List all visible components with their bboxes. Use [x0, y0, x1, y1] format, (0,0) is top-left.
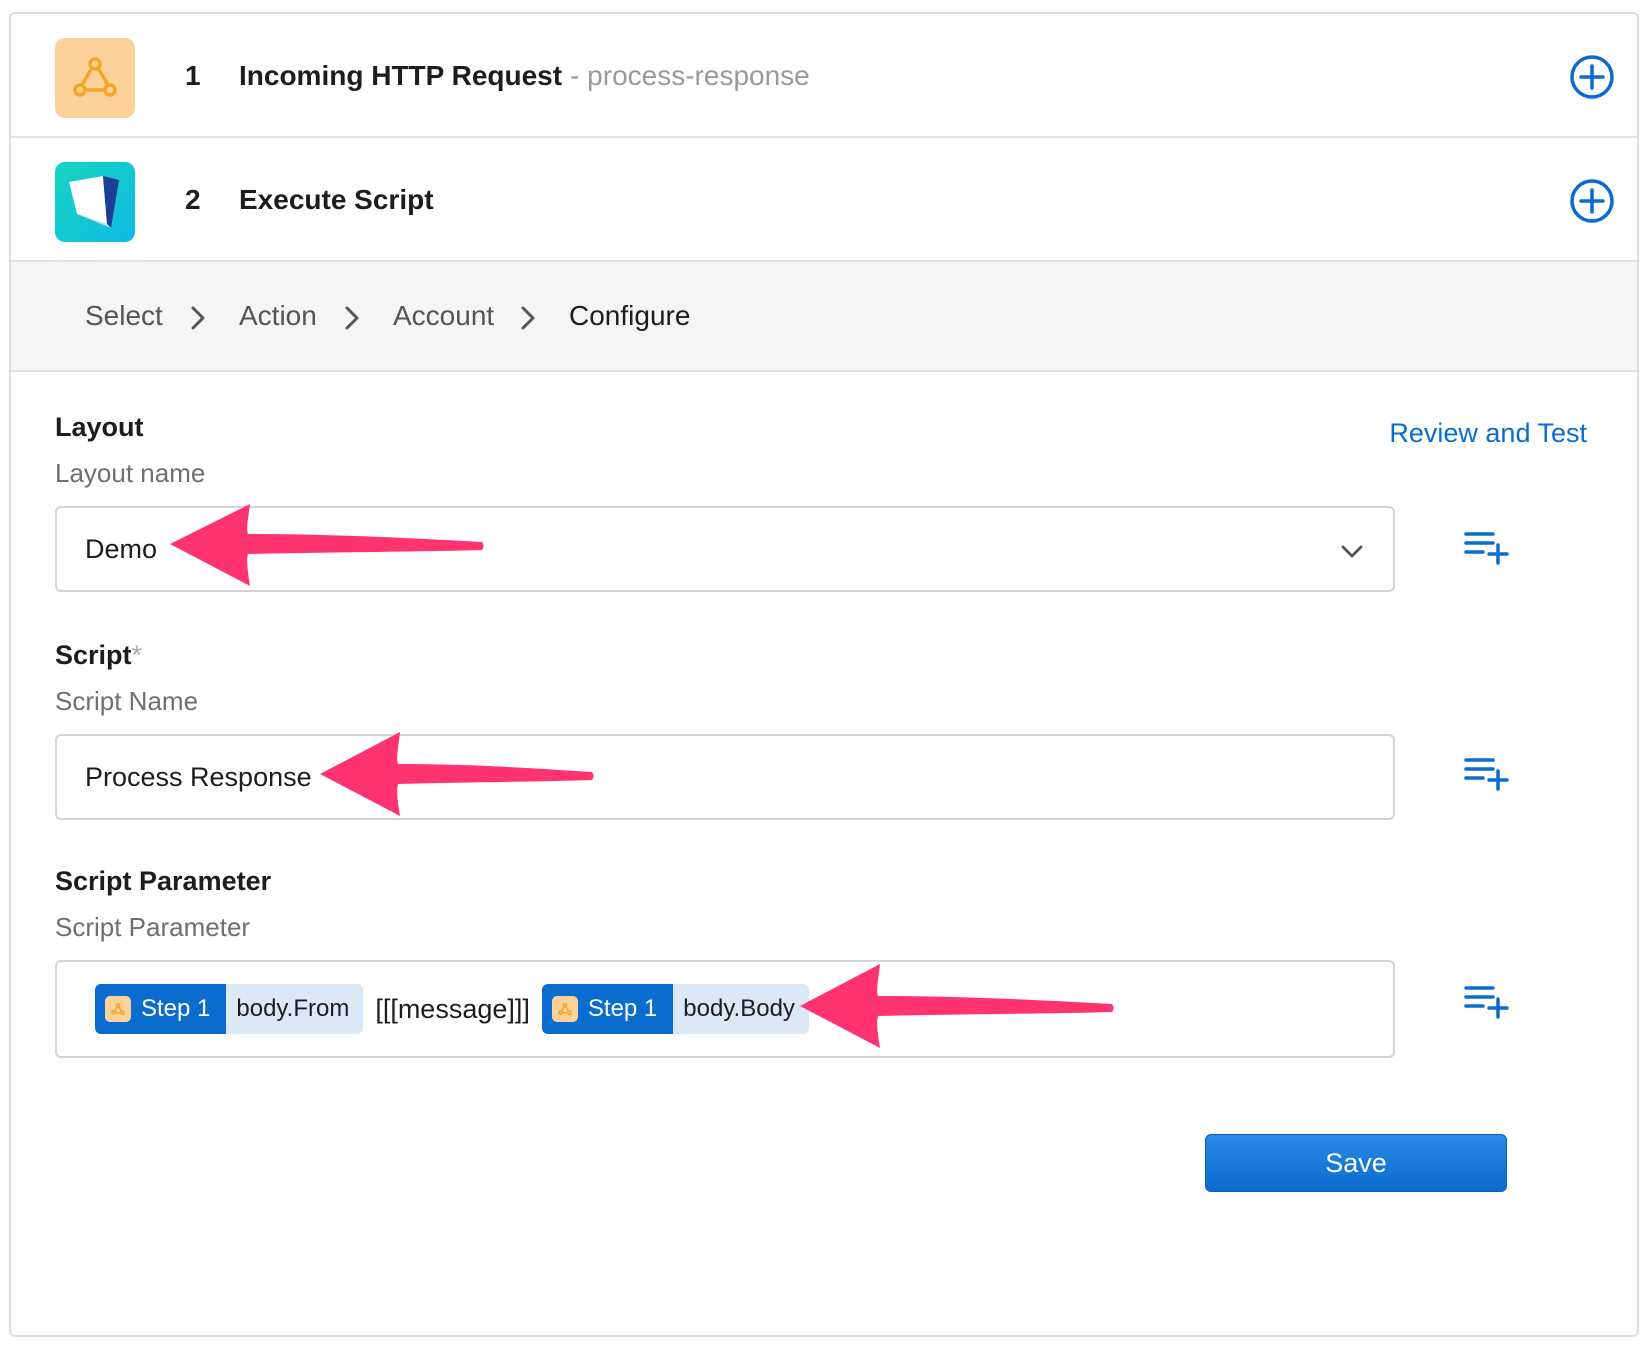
- token-step: Step 1: [95, 984, 227, 1034]
- script-hint: Script Name: [55, 686, 199, 716]
- token-field: body.Body: [673, 984, 809, 1034]
- breadcrumb-select[interactable]: Select: [85, 300, 163, 332]
- token-step-label: Step 1: [141, 995, 211, 1022]
- chevron-right-icon: [191, 306, 205, 330]
- script-name-input[interactable]: Process Response: [55, 734, 1395, 820]
- step-title-text: Execute Script: [239, 184, 434, 215]
- chevron-right-icon: [521, 306, 535, 330]
- chevron-right-icon: [345, 306, 359, 330]
- step-subtitle: - process-response: [570, 60, 810, 91]
- script-parameter-label: Script Parameter: [55, 866, 272, 896]
- insert-data-icon[interactable]: [1463, 982, 1509, 1022]
- insert-data-icon[interactable]: [1463, 528, 1509, 568]
- step-number: 2: [185, 184, 201, 215]
- insert-data-icon[interactable]: [1463, 754, 1509, 794]
- step-row-2[interactable]: 2 Execute Script: [11, 138, 1637, 262]
- layout-select-value: Demo: [85, 534, 158, 564]
- script-label-text: Script: [55, 640, 132, 670]
- literal-text: [[[message]]]: [375, 993, 530, 1024]
- script-parameter-input[interactable]: Step 1 body.From [[[message]]] Step 1 bo…: [55, 960, 1395, 1058]
- filemaker-icon: [55, 162, 135, 242]
- save-button[interactable]: Save: [1205, 1134, 1507, 1192]
- script-parameter-hint: Script Parameter: [55, 912, 251, 942]
- breadcrumb-account[interactable]: Account: [393, 300, 494, 332]
- step-title: Execute Script: [239, 184, 434, 216]
- step-number: 1: [185, 60, 201, 91]
- add-step-button[interactable]: [1569, 178, 1615, 224]
- required-mark: *: [131, 640, 143, 670]
- breadcrumb: Select Action Account Configure: [11, 262, 1637, 372]
- plus-circle-icon: [1570, 55, 1614, 99]
- layout-label-text: Layout: [55, 412, 144, 442]
- token-field: body.From: [226, 984, 364, 1034]
- chevron-down-icon: [1341, 545, 1363, 558]
- layout-hint: Layout name: [55, 458, 206, 488]
- token-step: Step 1: [541, 984, 674, 1034]
- data-token-pill[interactable]: Step 1 body.Body: [541, 984, 809, 1034]
- plus-circle-icon: [1570, 179, 1614, 223]
- step-title-text: Incoming HTTP Request: [239, 60, 563, 91]
- review-and-test-link[interactable]: Review and Test: [1389, 418, 1587, 449]
- webhook-icon: [55, 38, 135, 118]
- layout-label: Layout: [55, 412, 144, 443]
- webhook-icon: [551, 996, 578, 1022]
- layout-select[interactable]: Demo: [55, 506, 1395, 592]
- breadcrumb-configure[interactable]: Configure: [569, 300, 690, 332]
- step-row-1[interactable]: 1 Incoming HTTP Request - process-respons…: [11, 14, 1637, 138]
- token-row: Step 1 body.From [[[message]]] Step 1 bo…: [95, 984, 819, 1034]
- webhook-icon: [105, 996, 131, 1022]
- add-step-button[interactable]: [1569, 54, 1615, 100]
- script-label: Script*: [55, 640, 142, 671]
- workflow-panel: 1 Incoming HTTP Request - process-respons…: [9, 12, 1639, 1337]
- breadcrumb-action[interactable]: Action: [239, 300, 317, 332]
- data-token-pill[interactable]: Step 1 body.From: [95, 984, 364, 1034]
- token-step-label: Step 1: [587, 995, 658, 1022]
- step-title: Incoming HTTP Request - process-response: [239, 60, 810, 92]
- script-name-value: Process Response: [85, 762, 312, 792]
